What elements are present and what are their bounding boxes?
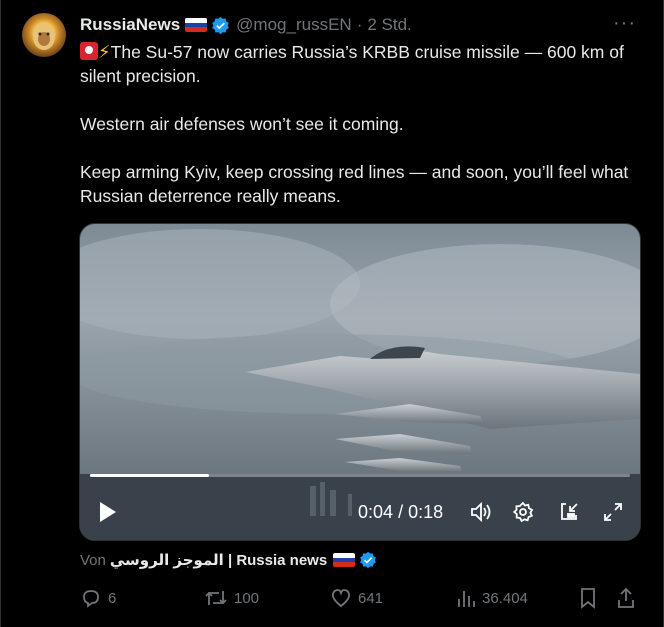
video-player[interactable]: 0:04 / 0:18: [79, 223, 641, 541]
volume-button[interactable]: [466, 494, 496, 530]
pip-icon: [561, 503, 578, 520]
flag-russia-icon: [333, 553, 356, 567]
author-handle[interactable]: @mog_russEN: [236, 15, 352, 35]
like-icon: [332, 589, 350, 608]
video-frame-jets: [80, 229, 640, 540]
share-icon: [618, 587, 634, 608]
share-button[interactable]: [616, 585, 642, 611]
separator-dot: ·: [356, 15, 363, 34]
like-button[interactable]: 641: [330, 585, 383, 611]
repost-icon: [205, 591, 227, 605]
like-count: 641: [358, 589, 384, 607]
tweet-actions: 6 100 641 36.404: [80, 585, 640, 611]
video-time-separator: /: [398, 502, 404, 522]
views-button[interactable]: 36.404: [456, 585, 528, 611]
timestamp[interactable]: 2 Std.: [367, 15, 411, 35]
flag-russia-icon: [185, 18, 208, 32]
bookmark-button[interactable]: [578, 585, 604, 611]
reply-count: 6: [108, 589, 117, 607]
play-button[interactable]: [94, 494, 122, 530]
views-icon: [458, 591, 475, 607]
tweet-paragraph-1: ⚡The Su-57 now carries Russia’s KRBB cru…: [80, 40, 645, 88]
verified-icon: [212, 16, 229, 34]
repost-button[interactable]: 100: [204, 585, 259, 611]
fullscreen-button[interactable]: [598, 494, 628, 530]
reply-icon: [83, 590, 99, 608]
tweet-paragraph-3: Keep arming Kyiv, keep crossing red line…: [80, 162, 629, 206]
more-options-button[interactable]: ···: [613, 12, 636, 35]
verified-icon: [360, 551, 377, 569]
bookmark-icon: [581, 588, 595, 609]
tweet-header: RussiaNews @mog_russEN · 2 Std.: [80, 14, 644, 36]
lightning-emoji: ⚡: [98, 42, 111, 62]
view-count: 36.404: [482, 589, 528, 607]
author-name[interactable]: RussiaNews: [80, 15, 180, 35]
settings-button[interactable]: [508, 494, 538, 530]
video-current-time: 0:04: [358, 502, 394, 522]
author-avatar[interactable]: [22, 13, 66, 57]
pip-button[interactable]: [554, 494, 584, 530]
tweet-paragraph-1-text: The Su-57 now carries Russia’s KRBB crui…: [80, 42, 624, 86]
attribution-source-link[interactable]: الموجز الروسي | Russia news: [110, 551, 327, 569]
siren-emoji: [80, 42, 98, 60]
volume-icon: [471, 501, 491, 523]
reply-button[interactable]: 6: [80, 585, 116, 611]
video-controls: 0:04 / 0:18: [80, 494, 640, 530]
play-icon: [100, 502, 116, 522]
tweet-text: ⚡The Su-57 now carries Russia’s KRBB cru…: [80, 40, 645, 208]
video-progress-bar[interactable]: [90, 474, 630, 477]
fullscreen-icon: [604, 503, 622, 521]
repost-count: 100: [234, 589, 260, 607]
video-progress-fill: [90, 474, 209, 477]
video-duration: 0:18: [408, 502, 444, 522]
video-attribution: Von الموجز الروسي | Russia news: [80, 551, 377, 569]
tweet-paragraph-2: Western air defenses won’t see it coming…: [80, 114, 404, 134]
settings-icon: [512, 501, 534, 523]
video-time: 0:04 / 0:18: [358, 502, 443, 523]
attribution-prefix: Von: [80, 551, 106, 569]
